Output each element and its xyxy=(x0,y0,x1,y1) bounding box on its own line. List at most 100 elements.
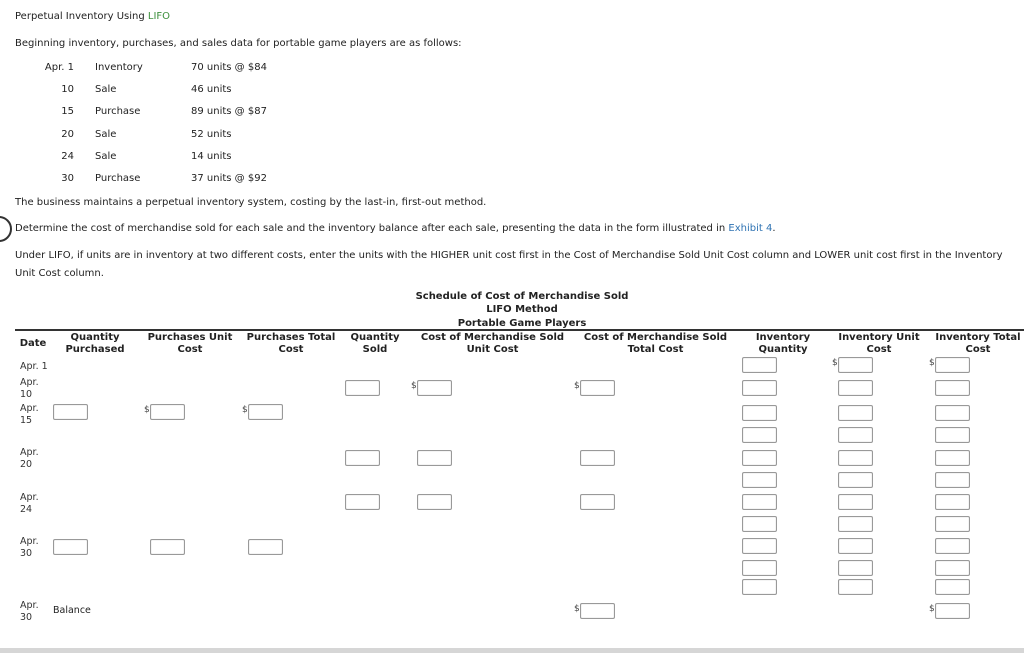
inv-unit-cost-input[interactable] xyxy=(838,427,873,443)
col-purch-unit-cost-l2: Cost xyxy=(177,344,203,355)
row-date-line2: 30 xyxy=(20,548,33,559)
apr30-qty-purchased-input[interactable] xyxy=(53,539,88,555)
inv-unit-cost-input[interactable] xyxy=(838,380,873,396)
inv-unit-cost-input[interactable] xyxy=(838,357,873,373)
inv-qty-input[interactable] xyxy=(742,494,777,510)
event-detail: 14 units xyxy=(191,151,232,162)
apr20-cogs-unit-cost-input[interactable] xyxy=(417,450,452,466)
inv-qty-input[interactable] xyxy=(742,450,777,466)
dollar-sign: $ xyxy=(411,381,417,391)
apr10-cogs-total-cost-input[interactable] xyxy=(580,380,615,396)
apr10-qty-sold-input[interactable] xyxy=(345,380,380,396)
event-type: Sale xyxy=(95,151,117,162)
inv-unit-cost-input[interactable] xyxy=(838,516,873,532)
apr30-purch-total-cost-input[interactable] xyxy=(248,539,283,555)
inv-qty-input[interactable] xyxy=(742,538,777,554)
apr24-cogs-total-cost-input[interactable] xyxy=(580,494,615,510)
inv-qty-input[interactable] xyxy=(742,357,777,373)
row-date-line1: Apr. xyxy=(20,377,39,388)
col-inv-total-cost-l1: Inventory Total xyxy=(935,332,1021,343)
row-date-line1: Apr. xyxy=(20,492,39,503)
inv-unit-cost-input[interactable] xyxy=(838,450,873,466)
row-date-line1: Apr. xyxy=(20,536,39,547)
inv-unit-cost-input[interactable] xyxy=(838,579,873,595)
col-cogs-total-cost-l2: Total Cost xyxy=(627,344,684,355)
inv-qty-input[interactable] xyxy=(742,516,777,532)
inv-unit-cost-input[interactable] xyxy=(838,538,873,554)
instruction-text: Determine the cost of merchandise sold f… xyxy=(15,223,776,234)
inv-total-cost-input[interactable] xyxy=(935,405,970,421)
inv-total-cost-input[interactable] xyxy=(935,560,970,576)
inv-total-cost-input[interactable] xyxy=(935,472,970,488)
balance-cogs-total-input[interactable] xyxy=(580,603,615,619)
event-type: Purchase xyxy=(95,173,141,184)
dollar-sign: $ xyxy=(242,405,248,415)
row-date-apr10: Apr. 10 xyxy=(20,377,39,401)
col-cogs-unit-cost: Cost of Merchandise Sold Unit Cost xyxy=(420,332,565,356)
row-date-line1: Apr. xyxy=(20,403,39,414)
row-date-apr24: Apr. 24 xyxy=(20,492,39,516)
col-qty-purchased: Quantity Purchased xyxy=(55,332,135,356)
event-detail: 52 units xyxy=(191,129,232,140)
inv-total-cost-input[interactable] xyxy=(935,357,970,373)
col-date: Date xyxy=(19,338,47,349)
apr24-qty-sold-input[interactable] xyxy=(345,494,380,510)
apr10-cogs-unit-cost-input[interactable] xyxy=(417,380,452,396)
apr20-cogs-total-cost-input[interactable] xyxy=(580,450,615,466)
row-date-apr30-balance: Apr. 30 xyxy=(20,600,39,624)
inv-unit-cost-input[interactable] xyxy=(838,494,873,510)
method-note: The business maintains a perpetual inven… xyxy=(15,197,487,208)
event-date: 20 xyxy=(61,129,74,140)
col-purch-unit-cost-l1: Purchases Unit xyxy=(147,332,233,343)
event-detail: 70 units @ $84 xyxy=(191,62,267,73)
col-purch-total-cost-l1: Purchases Total xyxy=(246,332,336,343)
lifo-note-line2: Unit Cost column. xyxy=(15,268,104,279)
inv-total-cost-input[interactable] xyxy=(935,579,970,595)
exhibit-4-link[interactable]: Exhibit 4 xyxy=(728,223,772,234)
row-date-line2: 20 xyxy=(20,459,33,470)
col-inv-unit-cost-l1: Inventory Unit xyxy=(838,332,920,343)
page-title: Perpetual Inventory Using LIFO xyxy=(15,11,170,22)
inv-unit-cost-input[interactable] xyxy=(838,472,873,488)
intro-text: Beginning inventory, purchases, and sale… xyxy=(15,38,462,49)
col-purch-total-cost: Purchases Total Cost xyxy=(245,332,337,356)
row-date-line2: 15 xyxy=(20,415,33,426)
instruction-body: Determine the cost of merchandise sold f… xyxy=(15,223,729,234)
header-rule xyxy=(15,329,1024,331)
inv-total-cost-input[interactable] xyxy=(935,538,970,554)
inv-qty-input[interactable] xyxy=(742,380,777,396)
row-date-line1: Apr. 1 xyxy=(20,361,48,372)
inv-total-cost-input[interactable] xyxy=(935,516,970,532)
dollar-sign: $ xyxy=(832,358,838,368)
col-qty-purchased-l2: Purchased xyxy=(65,344,125,355)
event-date: 30 xyxy=(61,173,74,184)
row-date-line1: Apr. xyxy=(20,600,39,611)
apr15-purch-total-cost-input[interactable] xyxy=(248,404,283,420)
dollar-sign: $ xyxy=(144,405,150,415)
apr15-purch-unit-cost-input[interactable] xyxy=(150,404,185,420)
apr15-qty-purchased-input[interactable] xyxy=(53,404,88,420)
inv-total-cost-input[interactable] xyxy=(935,494,970,510)
inv-total-cost-input[interactable] xyxy=(935,380,970,396)
inv-qty-input[interactable] xyxy=(742,427,777,443)
row-date-line1: Apr. xyxy=(20,447,39,458)
apr30-purch-unit-cost-input[interactable] xyxy=(150,539,185,555)
event-type: Purchase xyxy=(95,106,141,117)
apr20-qty-sold-input[interactable] xyxy=(345,450,380,466)
inv-unit-cost-input[interactable] xyxy=(838,405,873,421)
inv-qty-input[interactable] xyxy=(742,579,777,595)
inv-qty-input[interactable] xyxy=(742,472,777,488)
bottom-divider xyxy=(0,648,1024,653)
inv-unit-cost-input[interactable] xyxy=(838,560,873,576)
inv-qty-input[interactable] xyxy=(742,560,777,576)
apr24-cogs-unit-cost-input[interactable] xyxy=(417,494,452,510)
inv-total-cost-input[interactable] xyxy=(935,427,970,443)
dollar-sign: $ xyxy=(929,604,935,614)
event-detail: 89 units @ $87 xyxy=(191,106,267,117)
inv-qty-input[interactable] xyxy=(742,405,777,421)
lifo-link[interactable]: LIFO xyxy=(148,11,170,22)
event-type: Sale xyxy=(95,84,117,95)
col-inv-unit-cost-l2: Cost xyxy=(866,344,892,355)
balance-inv-total-input[interactable] xyxy=(935,603,970,619)
inv-total-cost-input[interactable] xyxy=(935,450,970,466)
